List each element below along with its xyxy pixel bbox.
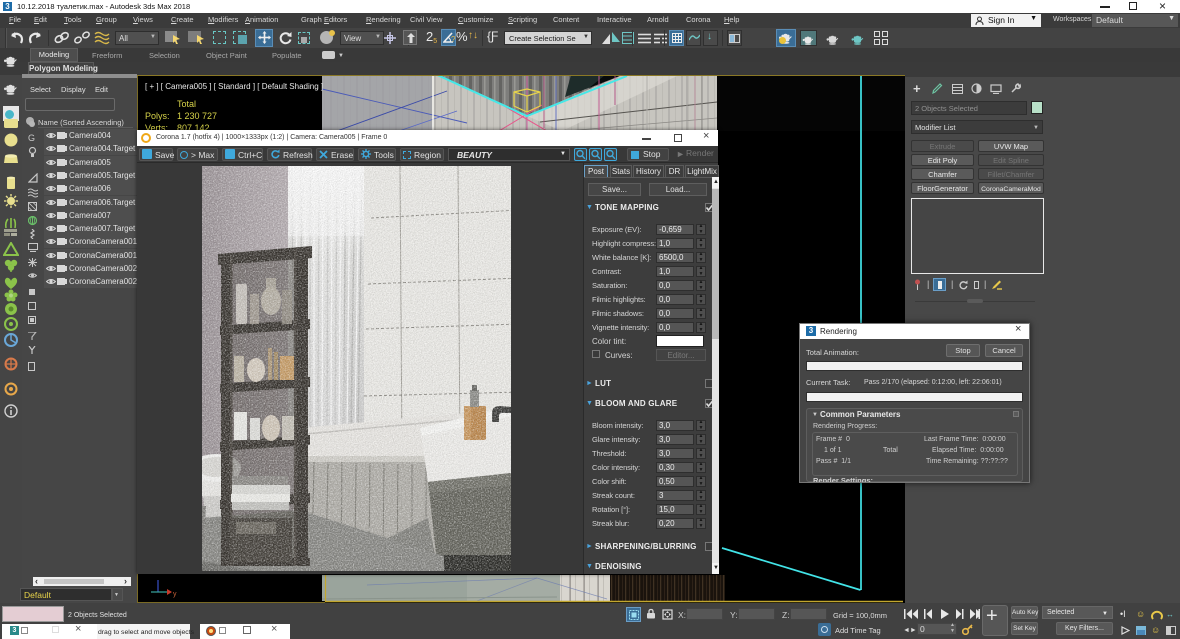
svg-text:Total: Total — [177, 99, 196, 109]
svg-text:[ + ] [ Camera005 ] [ Standard: [ + ] [ Camera005 ] [ Standard ] [ Defau… — [145, 82, 323, 91]
svg-text:y: y — [173, 591, 177, 598]
svg-text:Polys:: Polys: — [145, 111, 170, 121]
svg-text:1 230 727: 1 230 727 — [177, 111, 217, 121]
